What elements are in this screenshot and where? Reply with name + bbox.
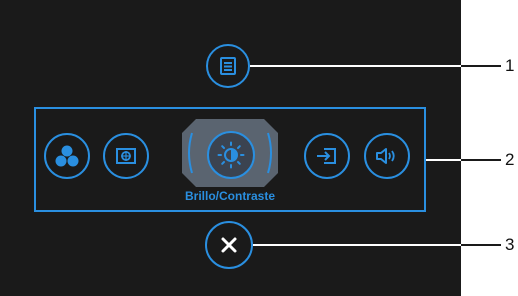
callout-line-1-ext (461, 65, 501, 67)
display-settings-icon (116, 148, 136, 164)
brightness-contrast-icon (217, 141, 245, 169)
selected-item-label: Brillo/Contraste (184, 189, 275, 203)
callout-line-2-ext (461, 159, 501, 161)
color-circles-icon (55, 145, 79, 167)
display-settings-button[interactable] (103, 133, 149, 179)
callout-number-1: 1 (505, 56, 515, 75)
callout-number-3: 3 (505, 235, 515, 254)
callout-number-2: 2 (505, 150, 515, 169)
volume-button[interactable] (364, 133, 410, 179)
close-x-icon (221, 237, 237, 253)
input-source-icon (317, 148, 336, 164)
callout-line-2 (426, 159, 461, 161)
close-button[interactable] (205, 221, 253, 269)
menu-list-icon (220, 57, 236, 75)
menu-button[interactable] (206, 44, 250, 88)
callout-line-3-ext (461, 244, 501, 246)
input-source-button[interactable] (304, 133, 350, 179)
color-button[interactable] (44, 133, 90, 179)
callout-line-1 (250, 65, 461, 67)
brightness-contrast-button[interactable] (207, 131, 255, 179)
callout-line-3 (253, 244, 461, 246)
volume-icon (376, 148, 395, 164)
